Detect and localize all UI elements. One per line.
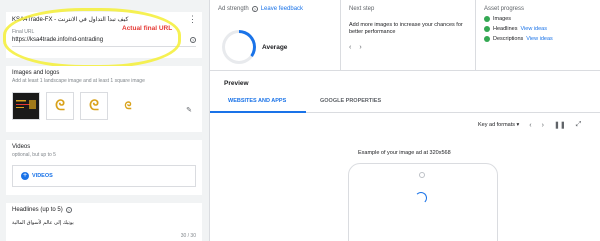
ad-strength-section: Ad strength ? Leave feedback Average — [210, 0, 340, 71]
logo-icon: ᘓ — [55, 98, 65, 114]
help-icon[interactable]: ? — [190, 37, 196, 43]
final-url-value[interactable]: https://ksa4trade.info/nd-ontrading — [12, 37, 103, 43]
leave-feedback-link[interactable]: Leave feedback — [261, 6, 303, 12]
view-ideas-link[interactable]: View ideas — [526, 36, 553, 42]
preview-tabs: WEBSITES AND APPS GOOGLE PROPERTIES — [210, 91, 600, 113]
phone-preview-frame — [348, 163, 498, 241]
image-thumbnail[interactable] — [12, 92, 40, 120]
help-icon[interactable]: ? — [251, 6, 258, 12]
tab-google-properties[interactable]: GOOGLE PROPERTIES — [320, 98, 381, 104]
asset-progress-item: Descriptions View ideas — [484, 36, 592, 42]
image-thumbnail[interactable]: ᘓ — [80, 92, 108, 120]
pause-icon[interactable]: ❚❚ — [554, 121, 566, 129]
summary-panel: Ad strength ? Leave feedback Average Nex… — [210, 0, 600, 241]
videos-card: Videos optional, but up to 5 + VIDEOS — [6, 140, 202, 195]
logo-icon: ᘓ — [89, 98, 99, 114]
ad-format-select[interactable]: Key ad formats ▾ — [478, 122, 519, 128]
asset-progress-item: Images — [484, 16, 592, 22]
asset-progress-section: Asset progress Images Headlines View ide… — [475, 0, 600, 71]
asset-label: Descriptions — [493, 36, 524, 42]
logo-icon: ᘓ — [124, 100, 132, 112]
asset-label: Headlines — [493, 26, 518, 32]
images-title: Images and logos — [12, 70, 60, 76]
next-step-text: Add more images to increase your chances… — [349, 22, 463, 35]
banner-image-icon — [14, 97, 38, 115]
chevron-right-icon[interactable]: › — [542, 122, 544, 129]
add-videos-label: VIDEOS — [32, 173, 53, 179]
check-status-icon — [484, 36, 490, 42]
preview-title: Preview — [224, 80, 249, 87]
ad-strength-level: Average — [262, 43, 288, 51]
edit-pencil-icon[interactable]: ✎ — [186, 106, 192, 114]
next-step-title: Next step — [349, 6, 375, 12]
headline-input[interactable]: يوتيك إلى عالم لأسواق المالية — [12, 220, 196, 226]
videos-subtitle: optional, but up to 5 — [12, 152, 56, 158]
ad-format-select-label: Key ad formats — [478, 122, 515, 128]
headlines-card: Headlines (up to 5) ? يوتيك إلى عالم لأس… — [6, 203, 202, 241]
videos-title: Videos — [12, 144, 31, 150]
chevron-right-icon[interactable]: › — [359, 44, 361, 51]
fullscreen-icon[interactable]: ⤢ — [576, 121, 582, 129]
images-card: Images and logos Add at least 1 landscap… — [6, 66, 202, 132]
image-thumbnail[interactable]: ᘓ — [114, 92, 142, 120]
plus-icon: + — [21, 172, 29, 180]
active-tab-indicator — [210, 111, 306, 113]
business-card: KSA4Trade-FX - كيف تبدأ التداول في الانت… — [6, 12, 202, 58]
headline-char-counter: 30 / 30 — [180, 233, 196, 239]
images-subtitle: Add at least 1 landscape image and at le… — [12, 78, 145, 84]
headlines-title: Headlines (up to 5) — [12, 207, 63, 213]
final-url-field[interactable]: https://ksa4trade.info/nd-ontrading ? — [12, 37, 196, 47]
check-status-icon — [484, 26, 490, 32]
ad-strength-gauge — [222, 30, 256, 64]
phone-camera-icon — [419, 172, 425, 178]
asset-progress-item: Headlines View ideas — [484, 26, 592, 32]
annotation-label: Actual final URL — [122, 25, 173, 32]
next-step-section: Next step Add more images to increase yo… — [340, 0, 475, 71]
tab-websites-and-apps[interactable]: WEBSITES AND APPS — [228, 98, 286, 104]
loading-spinner-icon — [415, 192, 427, 204]
add-videos-button[interactable]: + VIDEOS — [12, 165, 196, 187]
ad-strength-title: Ad strength — [218, 6, 249, 12]
ad-summary-bar: Ad strength ? Leave feedback Average Nex… — [210, 0, 600, 71]
help-icon[interactable]: ? — [65, 207, 72, 213]
more-options-icon[interactable]: ⋮ — [188, 15, 197, 24]
asset-label: Images — [493, 16, 512, 22]
image-thumbnails: ᘓ ᘓ ᘓ — [12, 92, 196, 120]
preview-controls: Key ad formats ▾ ‹ › ❚❚ ⤢ — [478, 121, 581, 129]
check-status-icon — [484, 16, 490, 22]
chevron-left-icon[interactable]: ‹ — [349, 44, 351, 51]
chevron-left-icon[interactable]: ‹ — [529, 122, 531, 129]
preview-caption: Example of your image ad at 320x568 — [358, 150, 451, 156]
image-thumbnail[interactable]: ᘓ — [46, 92, 74, 120]
view-ideas-link[interactable]: View ideas — [520, 26, 547, 32]
asset-progress-title: Asset progress — [484, 6, 525, 12]
business-name: KSA4Trade-FX - كيف تبدأ التداول في الانت… — [12, 17, 129, 23]
asset-editor-panel: KSA4Trade-FX - كيف تبدأ التداول في الانت… — [0, 0, 210, 241]
